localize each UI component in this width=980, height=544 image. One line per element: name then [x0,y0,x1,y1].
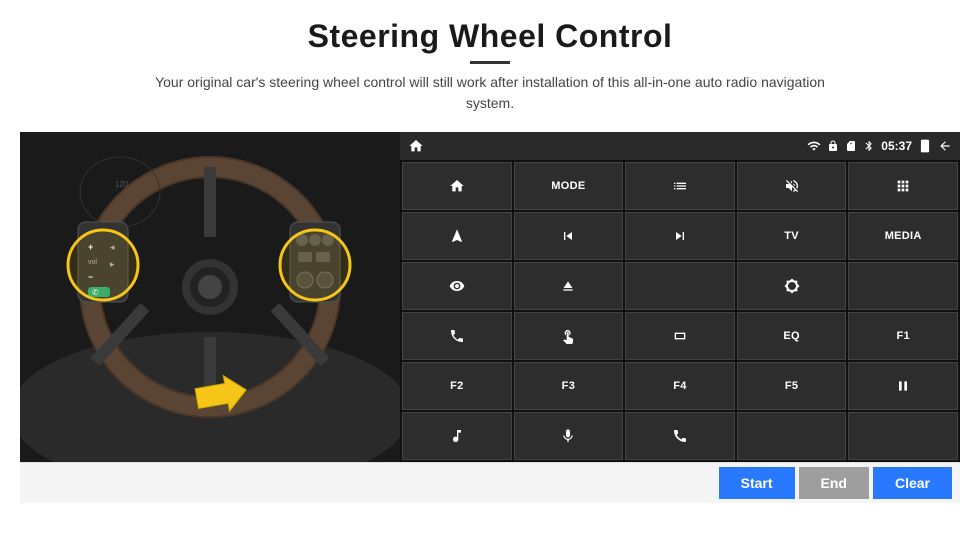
btn-f1[interactable]: F1 [848,312,958,360]
btn-list[interactable] [625,162,735,210]
btn-nav[interactable] [402,212,512,260]
btn-mode[interactable]: MODE [514,162,624,210]
title-divider [470,61,510,64]
btn-hangup[interactable] [625,412,735,460]
status-bar: 05:37 [400,132,960,160]
btn-eq[interactable]: EQ [737,312,847,360]
btn-media[interactable]: MEDIA [848,212,958,260]
title-section: Steering Wheel Control Your original car… [150,18,830,126]
btn-dvd[interactable] [848,262,958,310]
btn-eject[interactable] [514,262,624,310]
lock-icon [827,140,839,152]
sd-icon [845,140,857,152]
bottom-bar: Start End Clear [20,462,960,503]
home-status-icon [408,138,424,154]
btn-360[interactable] [402,262,512,310]
btn-prev[interactable] [514,212,624,260]
btn-playpause[interactable] [848,362,958,410]
btn-empty2 [848,412,958,460]
status-icons: 05:37 [807,139,952,153]
btn-f3[interactable]: F3 [514,362,624,410]
btn-mute[interactable] [737,162,847,210]
status-time: 05:37 [881,139,912,153]
btn-swipe[interactable] [514,312,624,360]
btn-radio[interactable] [625,262,735,310]
btn-f5[interactable]: F5 [737,362,847,410]
start-button[interactable]: Start [719,467,795,499]
btn-phone[interactable] [402,312,512,360]
status-left [408,138,424,154]
steering-wheel-image: + vol − ✆ ◂ ▸ [20,132,400,462]
btn-apps[interactable] [848,162,958,210]
screenshot-icon [918,139,932,153]
btn-screen[interactable] [625,312,735,360]
btn-f4[interactable]: F4 [625,362,735,410]
page-container: Steering Wheel Control Your original car… [0,0,980,544]
btn-home[interactable] [402,162,512,210]
btn-next[interactable] [625,212,735,260]
btn-mic[interactable] [514,412,624,460]
btn-tv[interactable]: TV [737,212,847,260]
svg-text:120: 120 [115,180,129,189]
android-panel: 05:37 MODE [400,132,960,462]
end-button[interactable]: End [799,467,869,499]
bluetooth-icon [863,140,875,152]
btn-music[interactable] [402,412,512,460]
page-subtitle: Your original car's steering wheel contr… [150,72,830,114]
btn-f2[interactable]: F2 [402,362,512,410]
btn-empty1 [737,412,847,460]
clear-button[interactable]: Clear [873,467,952,499]
back-icon [938,139,952,153]
content-row: + vol − ✆ ◂ ▸ [20,132,960,462]
buttons-grid: MODE TV [400,160,960,462]
wifi-icon [807,139,821,153]
btn-brightness[interactable] [737,262,847,310]
page-title: Steering Wheel Control [150,18,830,55]
